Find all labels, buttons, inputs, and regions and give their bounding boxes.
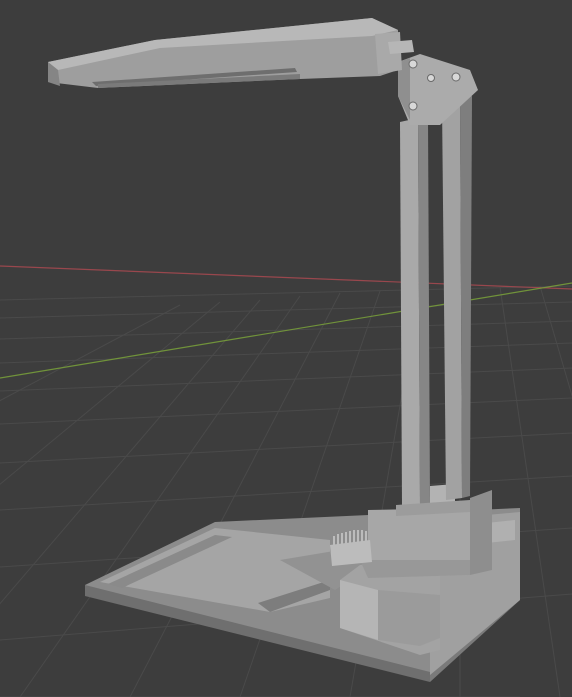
blender-3d-viewport[interactable] bbox=[0, 0, 572, 697]
